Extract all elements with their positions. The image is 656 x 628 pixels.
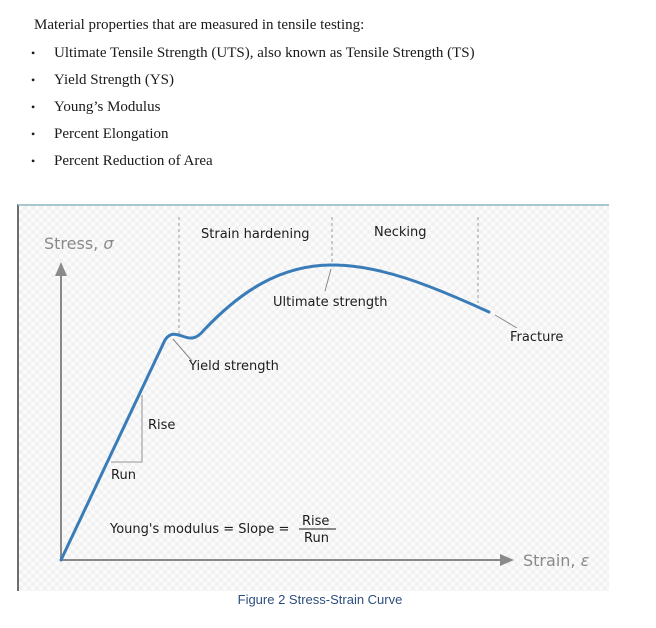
uts-leader <box>324 268 332 292</box>
rise-label: Rise <box>148 418 175 433</box>
y-axis-label: Stress, σ <box>44 234 114 253</box>
rise-run-triangle <box>111 395 143 463</box>
fracture-label: Fracture <box>510 330 563 345</box>
yield-strength-label: Yield strength <box>188 359 279 374</box>
formula-numerator: Rise <box>302 514 329 529</box>
formula-lhs: Young's modulus = Slope = <box>109 522 289 537</box>
formula-denominator: Run <box>304 531 329 546</box>
y-axis-arrow-icon <box>55 262 67 276</box>
ultimate-strength-label: Ultimate strength <box>273 295 387 310</box>
x-axis-arrow-icon <box>500 554 514 566</box>
fracture-leader <box>494 314 518 329</box>
figure-caption: Figure 2 Stress-Strain Curve <box>237 592 403 607</box>
run-label: Run <box>111 468 136 483</box>
stress-strain-diagram: Stress, σ Strain, ε Strain hardening Nec… <box>44 217 590 570</box>
x-axis-label: Strain, ε <box>523 551 590 570</box>
necking-label: Necking <box>374 225 427 240</box>
yield-leader <box>172 338 193 362</box>
strain-hardening-label: Strain hardening <box>201 227 310 242</box>
